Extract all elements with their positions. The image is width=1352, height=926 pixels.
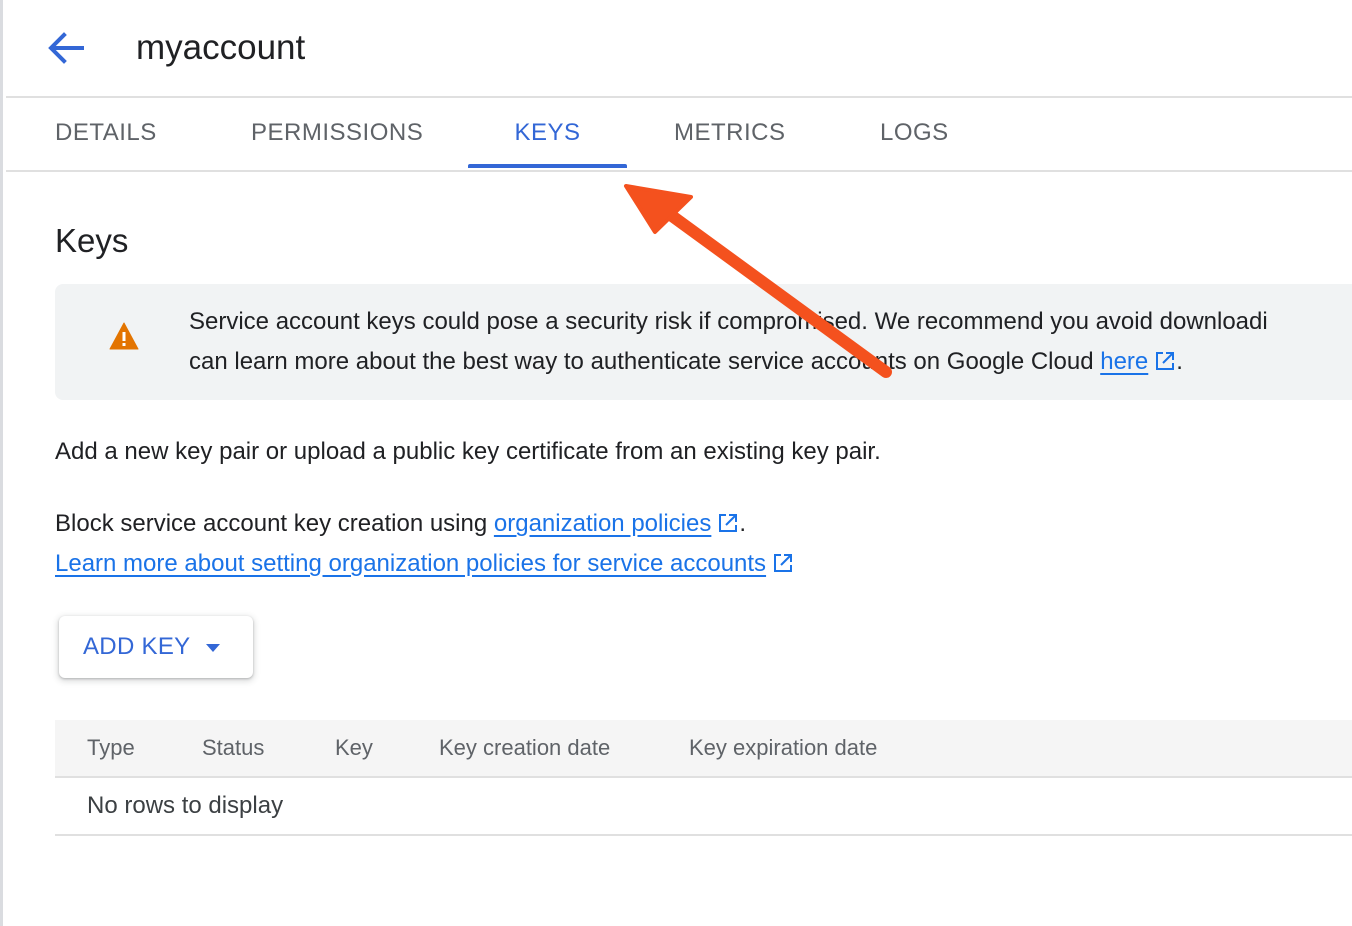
- tab-permissions[interactable]: PERMISSIONS: [251, 98, 423, 168]
- keys-heading: Keys: [55, 222, 129, 259]
- column-header-status[interactable]: Status: [202, 720, 264, 776]
- block-key-creation-text: Block service account key creation using…: [55, 504, 746, 544]
- tab-bar: DETAILS PERMISSIONS KEYS METRICS LOGS: [6, 98, 1352, 172]
- column-header-key-creation-date[interactable]: Key creation date: [439, 720, 610, 776]
- table-empty-row: No rows to display: [55, 778, 1352, 836]
- back-button[interactable]: [42, 26, 90, 70]
- column-header-key-expiration-date[interactable]: Key expiration date: [689, 720, 877, 776]
- banner-line-2-suffix: .: [1176, 348, 1183, 375]
- block-prefix: Block service account key creation using: [55, 510, 494, 537]
- external-link-icon: [1156, 352, 1175, 370]
- caret-down-icon: [206, 644, 220, 652]
- page: myaccount DETAILS PERMISSIONS KEYS METRI…: [0, 0, 1352, 926]
- banner-line-2: can learn more about the best way to aut…: [189, 342, 1352, 382]
- column-header-key[interactable]: Key: [335, 720, 373, 776]
- active-tab-indicator: [468, 164, 627, 168]
- tab-metrics[interactable]: METRICS: [674, 98, 786, 168]
- banner-message: Service account keys could pose a securi…: [189, 302, 1352, 382]
- keys-table: Type Status Key Key creation date Key ex…: [55, 720, 1352, 836]
- banner-line-1: Service account keys could pose a securi…: [189, 308, 1268, 335]
- empty-table-message: No rows to display: [87, 792, 284, 819]
- learn-more-line: Learn more about setting organization po…: [55, 544, 794, 584]
- banner-line-2-text: can learn more about the best way to aut…: [189, 348, 1101, 375]
- here-link-label: here: [1100, 348, 1149, 375]
- add-key-label: ADD KEY: [83, 633, 191, 660]
- security-warning-banner: Service account keys could pose a securi…: [55, 284, 1352, 400]
- warning-icon: [109, 322, 139, 350]
- keys-description: Add a new key pair or upload a public ke…: [55, 438, 881, 465]
- header-bar: myaccount: [6, 0, 1352, 98]
- tab-keys[interactable]: KEYS: [468, 98, 627, 168]
- tab-details[interactable]: DETAILS: [55, 98, 157, 168]
- table-header-row: Type Status Key Key creation date Key ex…: [55, 720, 1352, 778]
- arrow-back-icon: [48, 32, 84, 64]
- external-link-icon: [774, 554, 793, 572]
- block-suffix: .: [739, 510, 747, 537]
- column-header-type[interactable]: Type: [87, 720, 135, 776]
- here-link[interactable]: here: [1100, 348, 1148, 375]
- learn-more-org-policies-link[interactable]: Learn more about setting organization po…: [55, 550, 766, 577]
- page-title: myaccount: [136, 28, 306, 67]
- tab-logs[interactable]: LOGS: [880, 98, 949, 168]
- external-link-icon: [719, 514, 738, 532]
- organization-policies-link[interactable]: organization policies: [494, 510, 711, 537]
- add-key-button[interactable]: ADD KEY: [59, 616, 253, 678]
